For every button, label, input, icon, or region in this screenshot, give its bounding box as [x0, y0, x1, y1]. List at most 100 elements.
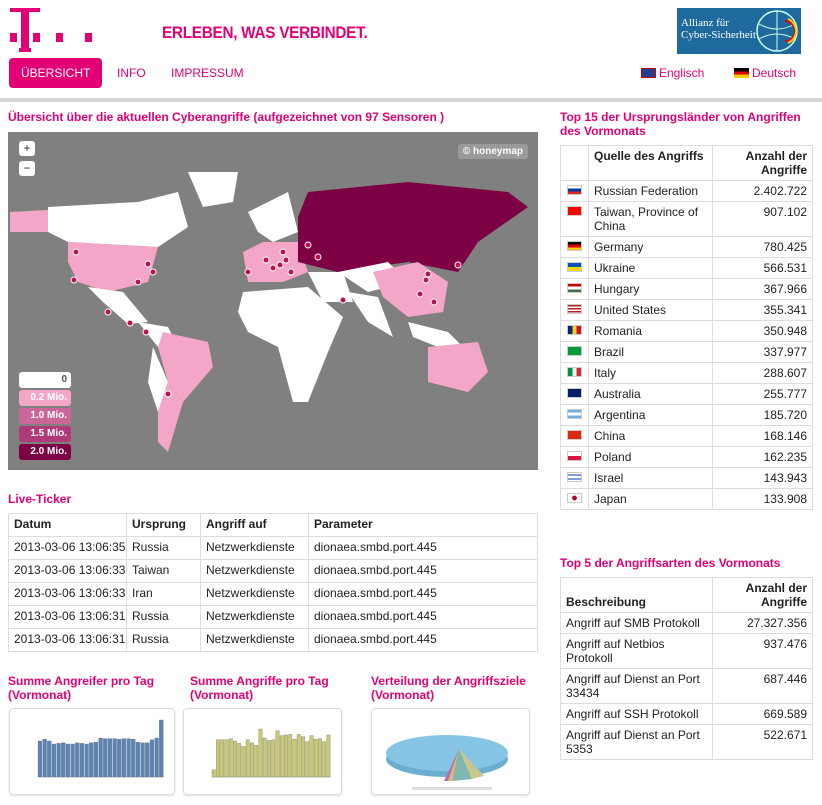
bar	[296, 734, 301, 778]
attack-count: 143.943	[712, 467, 813, 489]
country-row: Hungary 367.966	[560, 278, 813, 300]
col-parameter: Parameter	[308, 513, 538, 537]
country-row: Poland 162.235	[560, 446, 813, 468]
bar	[284, 734, 288, 778]
attack-type: Angriff auf Dienst an Port 33434	[560, 668, 713, 704]
attack-type-row: Angriff auf SSH Protokoll 669.589	[560, 703, 813, 725]
country-name: China	[588, 425, 713, 447]
it-flag-icon	[567, 367, 582, 377]
bar	[154, 737, 159, 778]
flag-cell	[560, 278, 589, 300]
country-name: Taiwan, Province of China	[588, 201, 713, 237]
pl-flag-icon	[567, 451, 582, 461]
country-name: Israel	[588, 467, 713, 489]
ticker-row: 2013-03-06 13:06:31 Russia Netzwerkdienste…	[8, 628, 538, 652]
flag-cell	[560, 404, 589, 426]
ar-flag-icon	[567, 409, 582, 419]
bar	[250, 742, 254, 778]
ticker-cell: dionaea.smbd.port.445	[308, 582, 538, 606]
nav-info[interactable]: INFO	[117, 58, 146, 88]
attack-type: Angriff auf Netbios Protokoll	[560, 633, 713, 669]
ticker-cell: 2013-03-06 13:06:31	[8, 605, 127, 629]
country-name: Romania	[588, 320, 713, 342]
ticker-row: 2013-03-06 13:06:35 Russia Netzwerkdienste…	[8, 536, 538, 560]
zoom-out-button[interactable]: −	[19, 161, 35, 176]
bar	[322, 741, 327, 778]
attack-count: 907.102	[712, 201, 813, 237]
ticker-cell: 2013-03-06 13:06:33	[8, 582, 127, 606]
bar	[258, 728, 263, 778]
de-flag-icon	[567, 241, 582, 251]
bar	[301, 736, 305, 778]
bar	[267, 740, 271, 778]
attack-count: 367.966	[712, 278, 813, 300]
flag-cell	[560, 341, 589, 363]
country-name: Germany	[588, 236, 713, 258]
country-row: Romania 350.948	[560, 320, 813, 342]
ticker-row: 2013-03-06 13:06:31 Russia Netzwerkdienste…	[8, 605, 538, 629]
country-name: Hungary	[588, 278, 713, 300]
attack-map[interactable]: + − © honeymap 0 0.2 Mio. 1.0 Mio. 1.5 M…	[8, 132, 538, 470]
attack-count: 288.607	[712, 362, 813, 384]
world-map	[10, 172, 528, 452]
hu-flag-icon	[567, 283, 582, 293]
country-row: Taiwan, Province of China 907.102	[560, 201, 813, 237]
ticker-cell: Netzwerkdienste	[200, 605, 309, 629]
nav-uebersicht[interactable]: ÜBERSICHT	[9, 58, 103, 88]
attack-targets-pie-chart[interactable]	[371, 708, 530, 795]
country-row: Ukraine 566.531	[560, 257, 813, 279]
bar	[305, 741, 310, 778]
jp-flag-icon	[567, 493, 582, 503]
bar	[262, 737, 267, 778]
flag-cell	[560, 236, 589, 258]
map-title: Übersicht über die aktuellen Cyberangrif…	[8, 110, 445, 124]
bar	[107, 738, 113, 778]
country-china	[373, 262, 448, 317]
lang-label: Englisch	[659, 66, 705, 80]
country-row: Israel 143.943	[560, 467, 813, 489]
ticker-cell: Netzwerkdienste	[200, 536, 309, 560]
attack-count: 27.327.356	[712, 612, 813, 634]
country-australia	[428, 342, 488, 392]
ticker-cell: dionaea.smbd.port.445	[308, 559, 538, 583]
attack-count: 2.402.722	[712, 180, 813, 202]
bar	[131, 739, 136, 778]
flag-cell	[560, 467, 589, 489]
zoom-in-button[interactable]: +	[19, 141, 35, 156]
bar	[292, 739, 297, 778]
attacks-per-day-chart[interactable]	[183, 708, 342, 795]
bar	[241, 746, 246, 778]
br-flag-icon	[567, 346, 582, 356]
top15-title: Top 15 der Ursprungsländer von Angriffen…	[560, 110, 801, 138]
legend-item: 1.5 Mio.	[19, 426, 71, 442]
col-datum: Datum	[8, 513, 127, 537]
pie-chart	[386, 735, 508, 790]
lang-deutsch[interactable]: Deutsch	[734, 66, 796, 80]
ticker-cell: dionaea.smbd.port.445	[308, 536, 538, 560]
lang-english[interactable]: Englisch	[641, 66, 704, 80]
country-name: Japan	[588, 488, 713, 510]
nav-impressum[interactable]: IMPRESSUM	[171, 58, 244, 88]
honeymap-attribution[interactable]: © honeymap	[457, 144, 528, 159]
country-name: United States	[588, 299, 713, 321]
slogan: ERLEBEN, WAS VERBINDET.	[162, 23, 368, 42]
ticker-cell: 2013-03-06 13:06:33	[8, 559, 127, 583]
country-usa	[68, 242, 158, 292]
bar	[84, 743, 89, 778]
attack-count: 337.977	[712, 341, 813, 363]
country-canada	[48, 192, 188, 247]
ticker-cell: dionaea.smbd.port.445	[308, 605, 538, 629]
bar	[228, 738, 233, 778]
attack-count: 162.235	[712, 446, 813, 468]
attackers-per-day-chart[interactable]	[9, 708, 175, 795]
telekom-logo[interactable]	[10, 8, 105, 56]
country-row: Brazil 337.977	[560, 341, 813, 363]
attack-type: Angriff auf Dienst an Port 5353	[560, 724, 713, 760]
top5-title: Top 5 der Angriffsarten des Vormonats	[560, 556, 781, 570]
partner-logo[interactable]: Allianz für Cyber-Sicherheit	[677, 8, 801, 54]
ticker-cell: Russia	[126, 536, 201, 560]
attack-type-row: Angriff auf Netbios Protokoll 937.476	[560, 633, 813, 669]
bar	[159, 719, 164, 778]
ticker-cell: Netzwerkdienste	[200, 582, 309, 606]
attack-type-row: Angriff auf Dienst an Port 33434 687.446	[560, 668, 813, 704]
